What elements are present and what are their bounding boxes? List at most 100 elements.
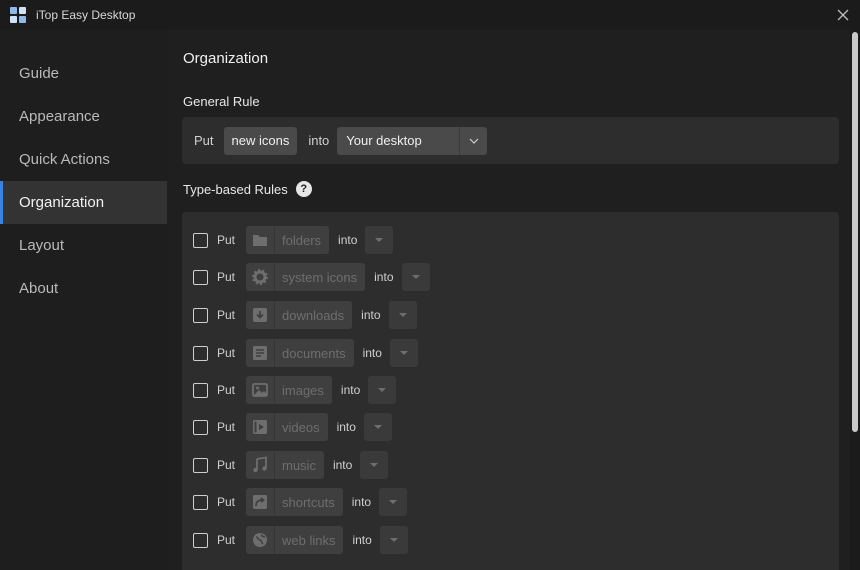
put-label: Put — [217, 458, 236, 472]
put-label: Put — [217, 495, 236, 509]
general-rule-heading: General Rule — [183, 94, 260, 109]
sidebar-item-layout[interactable]: Layout — [0, 224, 167, 267]
type-chip-folders: folders — [246, 226, 330, 254]
scrollbar[interactable] — [850, 30, 860, 570]
help-icon[interactable]: ? — [295, 181, 312, 197]
type-label: folders — [282, 232, 322, 248]
sidebar-item-label: Organization — [19, 194, 105, 211]
into-label: into — [308, 133, 330, 148]
into-label: into — [351, 495, 372, 509]
into-label: into — [352, 533, 372, 547]
gear-icon — [246, 263, 275, 291]
new-icons-chip[interactable]: new icons — [223, 126, 298, 155]
rule-checkbox[interactable] — [193, 307, 208, 323]
rule-checkbox[interactable] — [193, 382, 208, 398]
rule-row-videos: Put videos into — [193, 412, 392, 442]
rule-row-music: Put music into — [193, 450, 389, 480]
type-rules-title: Type-based Rules — [183, 181, 288, 197]
put-label: Put — [217, 420, 236, 434]
close-button[interactable] — [834, 6, 852, 24]
rule-checkbox[interactable] — [193, 269, 208, 285]
rule-row-system-icons: Put system icons into — [193, 262, 430, 292]
type-chip-documents: documents — [246, 339, 354, 367]
caret-down-icon — [373, 425, 382, 429]
sidebar-item-label: Appearance — [19, 108, 100, 125]
type-rules-panel: Put folders into Put system icons into P… — [182, 212, 839, 570]
destination-dropdown — [360, 451, 389, 479]
rule-checkbox[interactable] — [193, 345, 208, 361]
into-label: into — [374, 270, 394, 284]
rule-checkbox[interactable] — [193, 232, 208, 248]
sidebar-item-label: About — [19, 280, 59, 297]
into-label: into — [332, 458, 353, 472]
window-title: iTop Easy Desktop — [36, 8, 136, 22]
put-label: Put — [217, 383, 236, 397]
rule-checkbox[interactable] — [193, 494, 208, 510]
put-label: Put — [217, 533, 236, 547]
into-label: into — [338, 233, 358, 247]
caret-down-icon — [411, 275, 420, 279]
download-icon — [246, 301, 275, 329]
chevron-down-icon — [459, 126, 487, 155]
type-label: system icons — [282, 269, 358, 285]
destination-dropdown — [389, 339, 418, 367]
into-label: into — [362, 346, 382, 360]
sidebar-item-appearance[interactable]: Appearance — [0, 95, 167, 138]
type-label: documents — [282, 345, 346, 361]
destination-dropdown — [379, 526, 408, 554]
title-bar: iTop Easy Desktop — [0, 0, 860, 30]
type-chip-system-icons: system icons — [246, 263, 366, 291]
sidebar-item-quick-actions[interactable]: Quick Actions — [0, 138, 167, 181]
rule-row-documents: Put documents into — [193, 338, 418, 368]
destination-dropdown — [363, 413, 392, 441]
caret-down-icon — [378, 388, 387, 392]
page-title: Organization — [183, 50, 269, 67]
destination-dropdown — [368, 376, 397, 404]
sidebar: Guide Appearance Quick Actions Organizat… — [0, 30, 167, 570]
put-label: Put — [217, 308, 236, 322]
type-chip-music: music — [246, 451, 324, 479]
main-content: Organization General Rule Put new icons … — [167, 30, 850, 570]
caret-down-icon — [370, 463, 379, 467]
destination-dropdown — [365, 226, 394, 254]
globe-icon — [246, 526, 275, 554]
sidebar-item-guide[interactable]: Guide — [0, 52, 167, 95]
put-label: Put — [194, 133, 214, 148]
into-label: into — [361, 308, 381, 322]
type-chip-shortcuts: shortcuts — [246, 488, 343, 516]
folder-icon — [246, 226, 275, 254]
rule-row-web-links: Put web links into — [193, 525, 408, 555]
rule-checkbox[interactable] — [193, 457, 208, 473]
type-chip-downloads: downloads — [246, 301, 353, 329]
put-label: Put — [217, 233, 236, 247]
destination-dropdown — [388, 301, 417, 329]
scrollbar-thumb[interactable] — [852, 32, 858, 432]
type-label: downloads — [282, 307, 345, 323]
sidebar-item-label: Quick Actions — [19, 151, 110, 168]
sidebar-item-about[interactable]: About — [0, 267, 167, 310]
type-label: videos — [282, 419, 320, 435]
into-label: into — [340, 383, 361, 397]
app-logo-icon — [10, 7, 26, 23]
sidebar-item-organization[interactable]: Organization — [0, 181, 167, 224]
caret-down-icon — [389, 500, 398, 504]
type-chip-images: images — [246, 376, 332, 404]
type-chip-videos: videos — [246, 413, 328, 441]
caret-down-icon — [399, 351, 408, 355]
caret-down-icon — [375, 238, 384, 242]
rule-checkbox[interactable] — [193, 419, 208, 435]
type-based-rules-heading: Type-based Rules ? — [183, 181, 312, 197]
type-label: images — [282, 382, 324, 398]
rule-row-images: Put images into — [193, 375, 397, 405]
close-icon — [837, 9, 849, 21]
type-chip-web-links: web links — [246, 526, 344, 554]
video-icon — [246, 413, 275, 441]
caret-down-icon — [389, 538, 398, 542]
rule-checkbox[interactable] — [193, 532, 208, 548]
general-rule-panel: Put new icons into Your desktop — [182, 117, 839, 164]
shortcut-icon — [246, 488, 275, 516]
destination-value: Your desktop — [346, 133, 422, 148]
into-label: into — [336, 420, 356, 434]
type-label: web links — [282, 532, 336, 548]
destination-dropdown[interactable]: Your desktop — [337, 126, 488, 155]
